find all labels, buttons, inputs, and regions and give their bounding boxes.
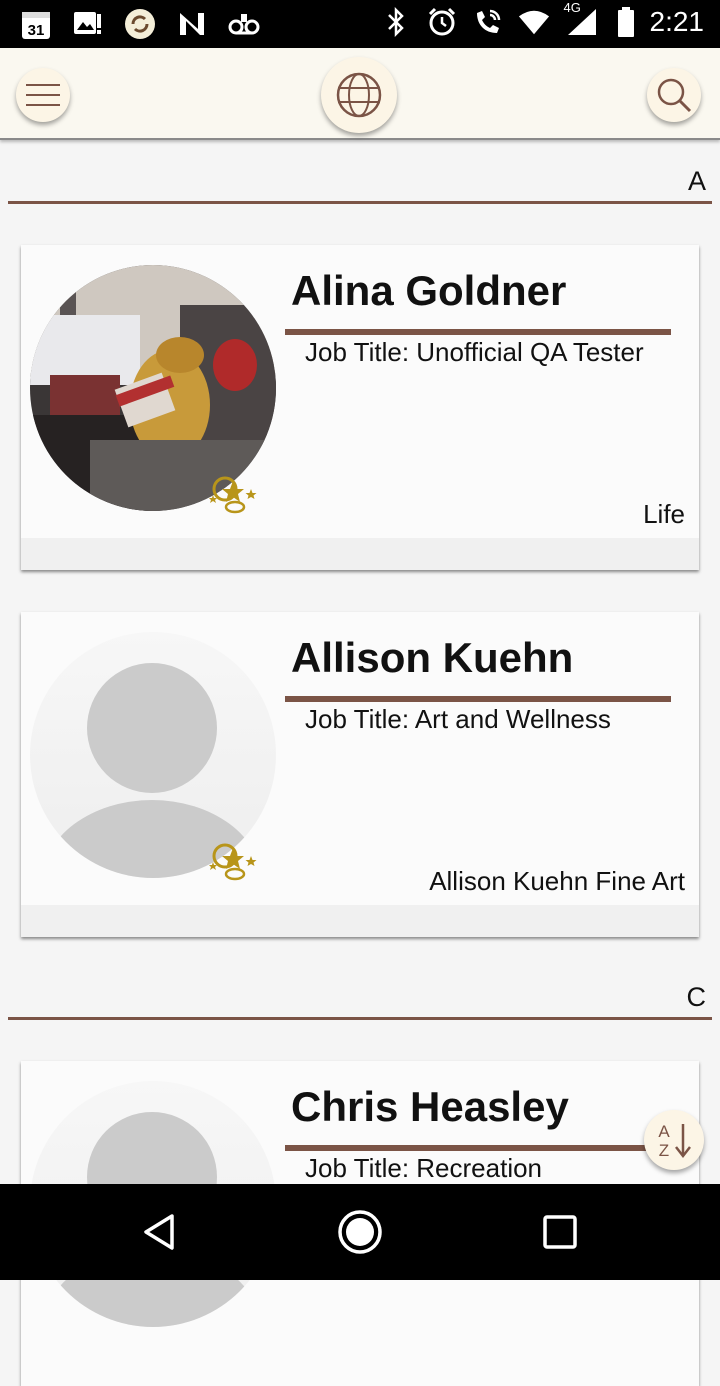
name-divider: [285, 329, 671, 335]
alarm-icon: [426, 6, 458, 38]
card-footer: [21, 538, 699, 570]
home-circle-icon: [338, 1210, 382, 1254]
sort-letter-a: A: [658, 1122, 670, 1141]
status-bar: 31 4G 2:21: [0, 0, 720, 48]
recents-button[interactable]: [536, 1208, 584, 1256]
image-alert-icon: [72, 8, 104, 40]
name-divider: [285, 696, 671, 702]
award-badge-icon: [209, 476, 257, 514]
sort-alpha-icon: A Z: [658, 1122, 691, 1160]
n-app-icon: [176, 8, 208, 40]
section-header-a: A: [8, 142, 712, 204]
clock-time: 2:21: [649, 6, 705, 37]
contact-job-title: Job Title: Recreation: [305, 1153, 543, 1183]
bluetooth-icon: [380, 6, 412, 38]
contact-name: Allison Kuehn: [291, 634, 574, 681]
contact-name: Alina Goldner: [291, 267, 567, 314]
app-bar: [0, 48, 720, 140]
hamburger-menu-icon: [26, 84, 60, 106]
search-button[interactable]: [647, 68, 701, 122]
home-button[interactable]: [336, 1208, 384, 1256]
phone-wifi-icon: [472, 6, 504, 38]
contact-card-allison-kuehn[interactable]: Allison Kuehn Job Title: Art and Wellnes…: [21, 612, 699, 937]
contact-organization: Life: [643, 499, 685, 529]
search-icon: [657, 78, 692, 113]
voicemail-icon: [228, 8, 260, 40]
recents-square-icon: [543, 1215, 577, 1249]
sort-button[interactable]: A Z: [644, 1110, 704, 1170]
globe-icon: [336, 72, 382, 118]
wifi-icon: [518, 6, 550, 38]
back-button[interactable]: [136, 1208, 184, 1256]
cell-signal-icon: 4G: [564, 0, 602, 38]
name-divider: [285, 1145, 671, 1151]
navigation-bar: [0, 1184, 720, 1280]
card-footer: [21, 905, 699, 937]
menu-button[interactable]: [16, 68, 70, 122]
sync-app-icon: [124, 8, 156, 40]
contact-organization: Allison Kuehn Fine Art: [429, 866, 685, 896]
section-letter: C: [686, 982, 707, 1012]
calendar-icon: 31: [20, 8, 52, 40]
globe-button[interactable]: [321, 57, 397, 133]
award-badge-icon: [209, 843, 257, 881]
sort-letter-z: Z: [659, 1141, 669, 1160]
calendar-day-text: 31: [28, 22, 45, 39]
contact-name: Chris Heasley: [291, 1083, 569, 1130]
back-triangle-icon: [144, 1214, 174, 1250]
contact-job-title: Job Title: Unofficial QA Tester: [305, 337, 644, 367]
section-letter: A: [687, 166, 706, 196]
contact-job-title: Job Title: Art and Wellness: [305, 704, 611, 734]
contact-card-alina-goldner[interactable]: Alina Goldner Job Title: Unofficial QA T…: [21, 245, 699, 570]
section-header-c: C: [8, 958, 712, 1020]
network-type-label: 4G: [563, 0, 581, 15]
battery-icon: [616, 6, 636, 38]
